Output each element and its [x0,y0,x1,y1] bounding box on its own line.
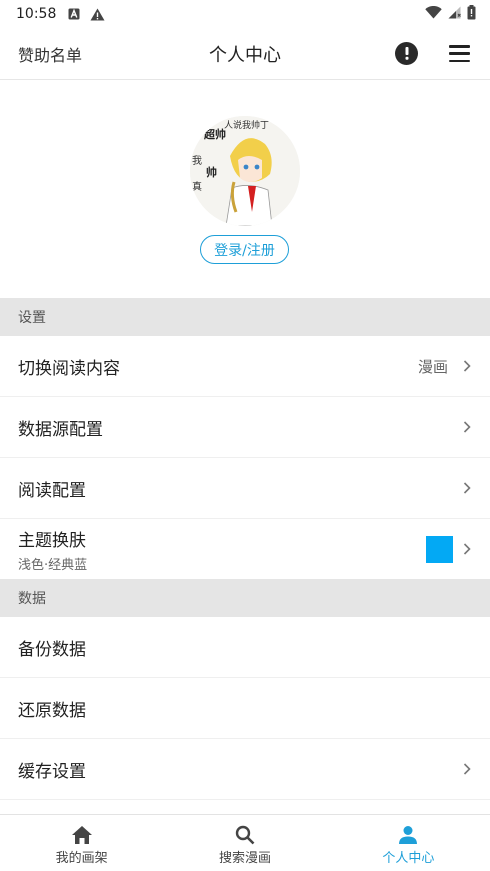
chevron-right-icon [463,543,471,555]
nav-label: 搜索漫画 [218,851,271,866]
nav-item-search[interactable]: 搜索漫画 [163,815,326,871]
profile-section: 人说我帅丁 超帅 我 帅 真 登录/注册 [0,81,490,297]
nav-label: 个人中心 [382,851,435,866]
avatar-caption: 帅 [206,166,217,179]
avatar-caption: 超帅 [204,128,226,141]
avatar-caption: 真 [192,182,202,193]
status-time: 10:58 [16,6,57,22]
row-label: 数据源配置 [18,419,103,440]
chevron-right-icon [463,763,471,775]
data-source-config-row[interactable]: 数据源配置 [0,397,490,458]
person-icon [399,826,418,844]
row-label: 阅读配置 [18,480,86,501]
row-label: 切换阅读内容 [18,358,120,379]
chevron-right-icon [463,360,471,372]
nav-item-bookshelf[interactable]: 我的画架 [0,815,163,871]
theme-color-swatch [426,536,453,563]
row-label: 备份数据 [18,639,86,660]
notification-a-icon [68,8,80,20]
warning-icon [90,8,105,21]
home-icon [71,826,92,844]
reading-config-row[interactable]: 阅读配置 [0,458,490,519]
row-value: 漫画 [417,357,448,376]
row-label: 还原数据 [18,700,86,721]
section-header-data: 数据 [0,579,490,617]
cellular-signal-icon [448,6,461,23]
avatar-caption: 人说我帅丁 [224,121,270,131]
avatar[interactable]: 人说我帅丁 超帅 我 帅 真 [190,116,300,226]
hamburger-menu-icon[interactable] [449,45,470,62]
theme-text: 主题换肤 浅色·经典蓝 [18,526,87,573]
avatar-caption: 我 [192,156,202,167]
row-label: 主题换肤 [18,530,86,551]
restore-data-row[interactable]: 还原数据 [0,678,490,739]
nav-label: 我的画架 [55,851,108,866]
row-sublabel: 浅色·经典蓝 [18,557,88,573]
wifi-icon [425,5,442,23]
chevron-right-icon [463,421,471,433]
login-register-button[interactable]: 登录/注册 [200,235,289,264]
chevron-right-icon [463,482,471,494]
status-bar: 10:58 [0,0,490,28]
row-label: 缓存设置 [18,761,86,782]
nav-item-profile[interactable]: 个人中心 [327,815,490,871]
section-header-settings: 设置 [0,298,490,336]
alert-circle-icon[interactable] [395,42,418,65]
cache-settings-row[interactable]: 缓存设置 [0,739,490,800]
backup-data-row[interactable]: 备份数据 [0,617,490,678]
search-icon [235,825,255,845]
bottom-navigation: 我的画架 搜索漫画 个人中心 [0,814,490,871]
sponsor-list-link[interactable]: 赞助名单 [18,42,82,66]
theme-skin-row[interactable]: 主题换肤 浅色·经典蓝 [0,519,490,580]
top-app-bar: 赞助名单 个人中心 [0,28,490,80]
switch-reading-content-row[interactable]: 切换阅读内容 漫画 [0,336,490,397]
battery-icon [467,4,476,24]
